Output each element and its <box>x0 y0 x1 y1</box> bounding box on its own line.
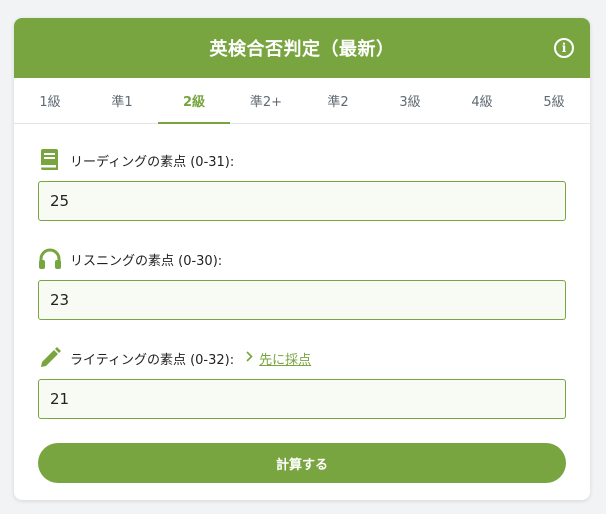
header: 英検合否判定（最新） i <box>14 18 590 78</box>
chevron-right-icon <box>246 351 253 365</box>
writing-score-input[interactable] <box>38 379 566 419</box>
tab-grade-4[interactable]: 4級 <box>446 78 518 123</box>
tab-grade-pre2[interactable]: 準2 <box>302 78 374 123</box>
tab-grade-5[interactable]: 5級 <box>518 78 590 123</box>
page-title: 英検合否判定（最新） <box>209 39 395 60</box>
book-icon <box>38 148 62 172</box>
headphones-icon <box>38 247 62 271</box>
listening-label-row: リスニングの素点 (0-30): <box>38 247 566 271</box>
score-first-link[interactable]: 先に採点 <box>246 349 311 368</box>
form: リーディングの素点 (0-31): リスニングの素点 (0-30): <box>14 148 590 483</box>
reading-label-row: リーディングの素点 (0-31): <box>38 148 566 172</box>
listening-score-input[interactable] <box>38 280 566 320</box>
tab-grade-pre1[interactable]: 準1 <box>86 78 158 123</box>
info-icon[interactable]: i <box>554 38 574 58</box>
score-calculator-card: 英検合否判定（最新） i 1級 準1 2級 準2+ 準2 3級 4級 5級 リー… <box>14 18 590 500</box>
reading-score-input[interactable] <box>38 181 566 221</box>
tab-grade-pre2-plus[interactable]: 準2+ <box>230 78 302 123</box>
writing-label-row: ライティングの素点 (0-32): 先に採点 <box>38 346 566 370</box>
tab-grade-2[interactable]: 2級 <box>158 78 230 124</box>
grade-tabs: 1級 準1 2級 準2+ 準2 3級 4級 5級 <box>14 78 590 124</box>
calculate-button[interactable]: 計算する <box>38 443 566 483</box>
tab-grade-1[interactable]: 1級 <box>14 78 86 123</box>
tab-grade-3[interactable]: 3級 <box>374 78 446 123</box>
score-first-link-text[interactable]: 先に採点 <box>259 349 311 368</box>
reading-label: リーディングの素点 (0-31): <box>70 154 235 170</box>
writing-label: ライティングの素点 (0-32): <box>70 352 235 368</box>
pencil-icon <box>38 346 62 370</box>
listening-label: リスニングの素点 (0-30): <box>70 253 223 269</box>
